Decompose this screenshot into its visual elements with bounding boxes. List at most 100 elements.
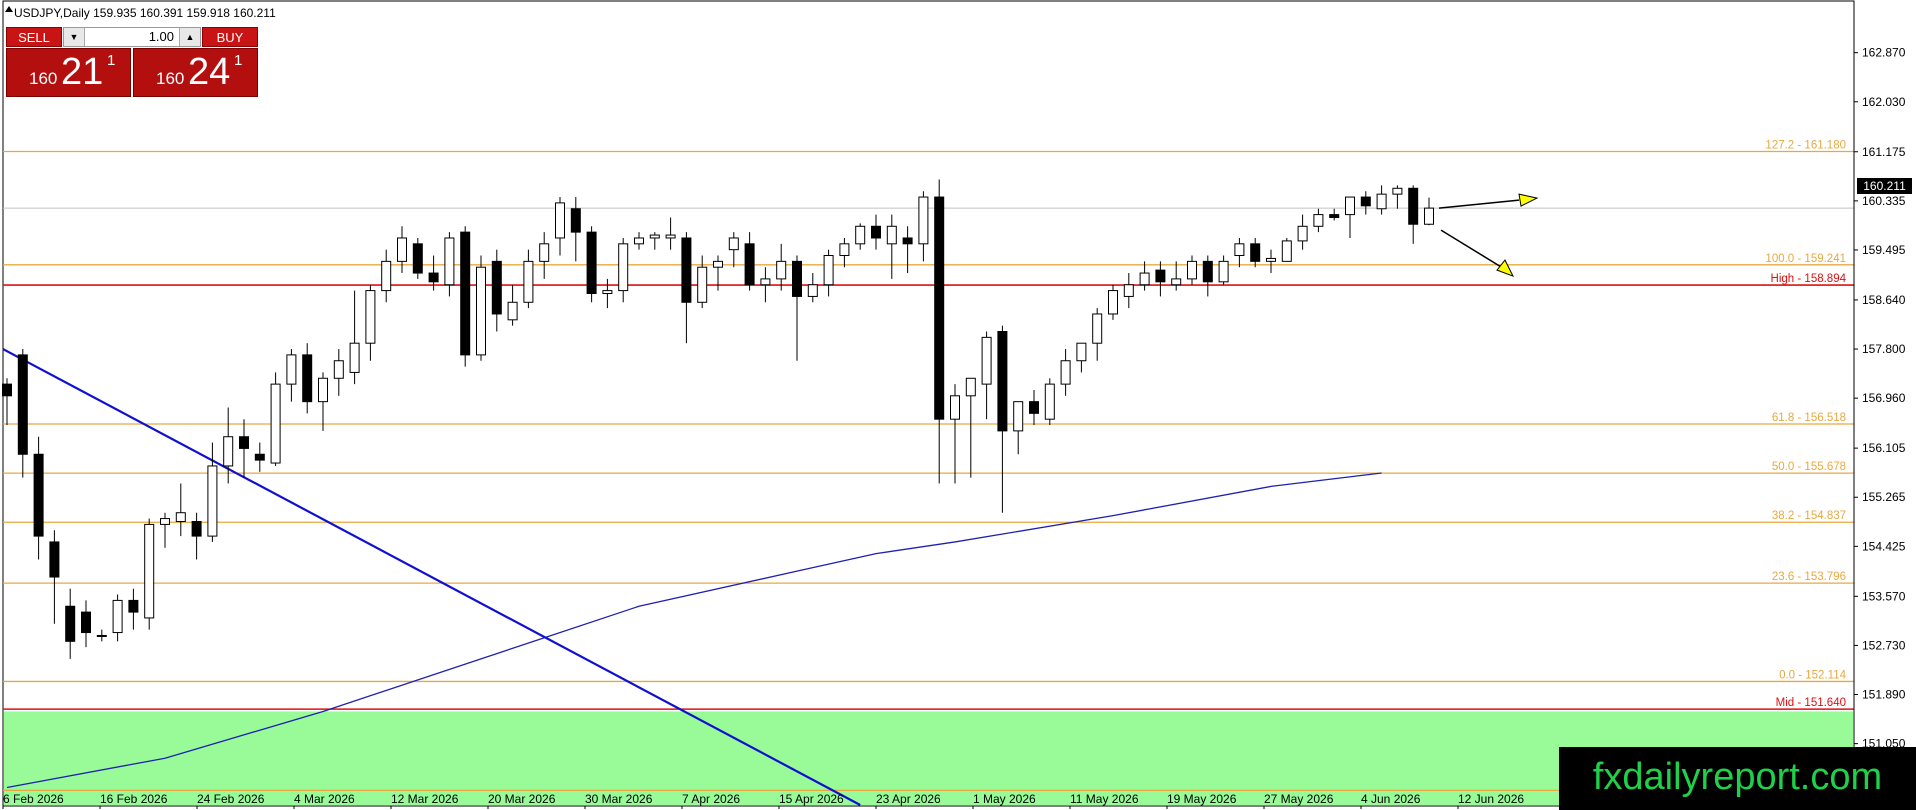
candle-body-bull — [728, 237, 739, 251]
candle-body-bull — [1376, 193, 1387, 210]
candle-body-bear — [491, 260, 502, 315]
y-tick-label: 155.265 — [1862, 490, 1906, 504]
candle-body-bull — [776, 260, 787, 280]
candle-body-bear — [239, 436, 249, 449]
buy-price-big: 24 — [188, 51, 231, 93]
buy-price-display[interactable]: 160 24 1 — [133, 48, 258, 97]
x-tick-label: 20 Mar 2026 — [488, 792, 556, 806]
x-tick-label: 30 Mar 2026 — [585, 792, 653, 806]
candle-body-bear — [81, 611, 91, 634]
lot-decrease-icon[interactable]: ▼ — [64, 28, 85, 46]
candle-body-bull — [444, 237, 455, 286]
candle-body-bull — [602, 290, 613, 295]
candle-body-bear — [934, 196, 945, 420]
level-label: High - 158.894 — [1771, 273, 1847, 285]
sell-price-sup: 1 — [107, 52, 116, 69]
level-label: Mid - 151.640 — [1776, 697, 1846, 709]
candle-body-bear — [302, 354, 313, 403]
sell-price-display[interactable]: 160 21 1 — [6, 48, 131, 97]
candle-body-bull — [839, 243, 850, 257]
y-tick-label: 154.425 — [1862, 539, 1906, 553]
candle-body-bull — [365, 290, 376, 344]
candle-body-bear — [997, 331, 1008, 432]
candle-body-bull — [175, 512, 186, 522]
level-label: 23.6 - 153.796 — [1772, 571, 1846, 583]
lot-increase-icon[interactable]: ▲ — [179, 28, 200, 46]
candle-body-bear — [744, 243, 755, 286]
candle-body-bull — [965, 377, 976, 397]
level-label: 100.0 - 159.241 — [1765, 253, 1846, 265]
candle-body-bear — [428, 272, 439, 283]
candle-body-bull — [144, 523, 155, 619]
candle-body-bull — [1013, 401, 1024, 432]
one-click-trading-panel: SELL ▼ 1.00 ▲ BUY 160 21 1 160 24 1 — [6, 27, 258, 97]
candle-body-bull — [476, 266, 486, 356]
candle-body-bull — [96, 634, 107, 637]
candle-body-bear — [2, 383, 12, 397]
y-tick-label: 151.890 — [1862, 688, 1906, 702]
candle-body-bull — [1171, 278, 1182, 286]
sell-button[interactable]: SELL — [6, 27, 62, 47]
watermark: fxdailyreport.com — [1559, 747, 1916, 810]
candle — [1281, 237, 1292, 262]
candle-body-bull — [1424, 207, 1434, 225]
candle-body-bull — [649, 234, 660, 239]
chart-canvas[interactable]: 127.2 - 161.180 100.0 - 159.241 High - 158… — [0, 0, 1916, 810]
candle-body-bull — [1060, 360, 1071, 385]
candle-body-bull — [1313, 214, 1324, 227]
candle-body-bull — [160, 518, 170, 525]
candle-body-bull — [1076, 342, 1087, 362]
candle-body-bull — [270, 383, 281, 464]
x-tick-label: 11 May 2026 — [1070, 792, 1139, 806]
level-label: 61.8 - 156.518 — [1772, 412, 1846, 424]
candle-body-bull — [507, 301, 518, 321]
candle-body-bull — [1266, 257, 1276, 262]
y-tick-label: 160.335 — [1862, 194, 1906, 208]
candle-body-bull — [1092, 313, 1103, 344]
sell-price-prefix: 160 — [29, 69, 58, 88]
sell-price-big: 21 — [61, 51, 104, 93]
candle-body-bull — [223, 436, 234, 467]
candle-body-bull — [1108, 290, 1118, 315]
candle-body-bear — [1250, 243, 1261, 262]
candle-body-bear — [1329, 214, 1340, 219]
candle-body-bull — [555, 202, 565, 239]
y-tick-label: 158.640 — [1862, 293, 1906, 307]
level-label: 127.2 - 161.180 — [1765, 139, 1846, 151]
candle-body-bear — [1155, 269, 1166, 283]
candle-body-bear — [17, 354, 28, 455]
candle-body-bull — [1139, 272, 1150, 286]
candle-body-bull — [697, 266, 708, 303]
buy-button[interactable]: BUY — [202, 27, 258, 47]
y-tick-label: 162.030 — [1862, 95, 1906, 109]
candle-body-bull — [381, 260, 392, 292]
candle-body-bull — [1392, 187, 1403, 195]
x-tick-label: 23 Apr 2026 — [876, 792, 941, 806]
lot-size-input[interactable]: ▼ 1.00 ▲ — [63, 27, 201, 47]
candle-body-bull — [1297, 225, 1308, 242]
y-tick-label: 152.730 — [1862, 638, 1906, 652]
x-tick-label: 19 May 2026 — [1167, 792, 1237, 806]
candle-body-bull — [112, 599, 123, 634]
candle-body-bear — [1360, 196, 1371, 207]
candle-body-bear — [1029, 401, 1039, 414]
x-tick-label: 6 Feb 2026 — [3, 792, 64, 806]
y-tick-label: 162.870 — [1862, 46, 1906, 60]
candle-body-bull — [823, 255, 834, 286]
candle-body-bull — [760, 278, 771, 286]
x-tick-label: 27 May 2026 — [1264, 792, 1334, 806]
chart-title: USDJPY,Daily 159.935 160.391 159.918 160… — [14, 6, 276, 20]
candle-body-bear — [128, 599, 139, 613]
y-tick-label: 156.105 — [1862, 441, 1906, 455]
lot-size-value[interactable]: 1.00 — [86, 28, 178, 46]
x-tick-label: 12 Jun 2026 — [1458, 792, 1524, 806]
candle-body-bull — [855, 225, 866, 245]
candle — [586, 226, 597, 303]
candle-body-bull — [918, 196, 929, 245]
candle-body-bull — [1123, 284, 1134, 297]
candle — [476, 255, 486, 361]
candle-body-bull — [318, 377, 328, 403]
candle — [1044, 378, 1055, 426]
candle — [270, 372, 281, 466]
candle-body-bull — [981, 336, 992, 385]
